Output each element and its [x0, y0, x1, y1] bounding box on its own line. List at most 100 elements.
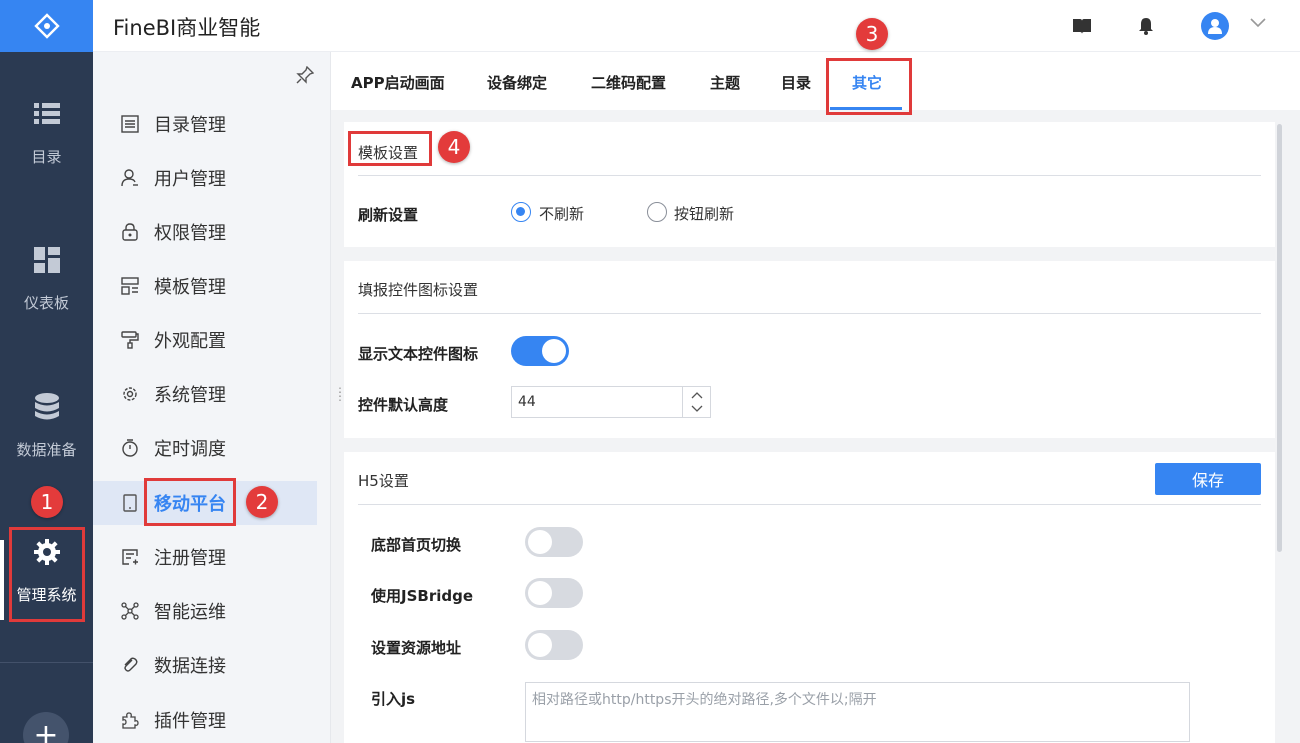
radio-label: 不刷新 — [539, 205, 585, 223]
tab-bar: APP启动画面 设备绑定 二维码配置 主题 目录 其它 — [331, 52, 1300, 110]
include-js-textarea[interactable]: 相对路径或http/https开头的绝对路径,多个文件以;隔开 — [525, 682, 1190, 742]
sidebar-item-label: 插件管理 — [154, 711, 226, 732]
paint-roller-icon — [120, 330, 140, 350]
user-avatar-icon — [1208, 19, 1222, 34]
save-button[interactable]: 保存 — [1155, 463, 1261, 495]
add-button[interactable]: + — [23, 712, 69, 743]
sidebar-item-schedule[interactable]: 定时调度 — [93, 426, 317, 470]
tab-device-binding[interactable]: 设备绑定 — [487, 72, 547, 93]
top-header: FineBI商业智能 — [93, 0, 1300, 52]
book-icon[interactable] — [1072, 16, 1092, 36]
catalog-icon — [120, 114, 140, 134]
step-badge-4: 4 — [438, 131, 470, 163]
sidebar-item-system[interactable]: 系统管理 — [93, 372, 317, 416]
tablet-icon — [120, 493, 140, 513]
app-logo[interactable] — [0, 0, 93, 52]
scrollbar[interactable] — [1277, 124, 1282, 552]
network-icon — [120, 601, 140, 621]
resource-address-label: 设置资源地址 — [371, 639, 462, 657]
chevron-down-icon[interactable] — [1250, 16, 1266, 32]
h5-settings-panel: H5设置 保存 底部首页切换 使用JSBridge 设置资源地址 引入js 相对… — [344, 452, 1275, 743]
sidebar-item-label: 系统管理 — [154, 385, 226, 406]
brand-title: FineBI商业智能 — [113, 16, 261, 40]
panel-title: 填报控件图标设置 — [358, 281, 479, 299]
settings-icon — [120, 384, 140, 404]
timer-icon — [120, 438, 140, 458]
logo-icon — [33, 13, 60, 39]
pin-icon[interactable] — [296, 65, 315, 88]
highlight-box-mobile — [144, 478, 236, 526]
bottom-switch-toggle[interactable] — [525, 527, 583, 557]
divider — [358, 175, 1261, 176]
jsbridge-toggle[interactable] — [525, 578, 583, 608]
dashboard-icon — [33, 246, 61, 274]
show-icon-label: 显示文本控件图标 — [358, 345, 479, 363]
bell-icon[interactable] — [1136, 16, 1156, 36]
rail-item-data-prep[interactable]: 数据准备 — [0, 393, 93, 460]
sidebar-item-label: 用户管理 — [154, 169, 226, 190]
sidebar-item-label: 智能运维 — [154, 602, 226, 623]
sidebar-item-label: 权限管理 — [154, 223, 226, 244]
default-height-label: 控件默认高度 — [358, 396, 449, 414]
lock-icon — [120, 222, 140, 242]
rail-item-dashboard[interactable]: 仪表板 — [0, 246, 93, 313]
avatar[interactable] — [1201, 12, 1229, 40]
divider — [358, 504, 1261, 505]
divider — [0, 662, 93, 663]
step-badge-1: 1 — [31, 486, 63, 518]
highlight-box-admin — [9, 527, 85, 622]
sidebar-item-connections[interactable]: 数据连接 — [93, 643, 317, 687]
divider — [358, 313, 1261, 314]
plugin-icon — [120, 710, 140, 730]
sidebar-item-plugins[interactable]: 插件管理 — [93, 698, 317, 742]
default-height-stepper[interactable]: 44 — [511, 386, 711, 418]
stepper-arrows-icon — [691, 392, 703, 412]
rail-label: 仪表板 — [23, 294, 69, 312]
database-icon — [33, 393, 61, 421]
admin-sidebar: 目录管理 用户管理 权限管理 模板管理 外观配置 系统管理 定时调度 移动平台 … — [93, 52, 331, 743]
rail-label: 目录 — [31, 148, 62, 166]
list-icon — [33, 100, 61, 128]
step-badge-3: 3 — [856, 18, 888, 50]
tab-qrcode[interactable]: 二维码配置 — [591, 72, 666, 93]
sidebar-item-label: 定时调度 — [154, 439, 226, 460]
sidebar-item-label: 数据连接 — [154, 656, 226, 677]
height-value: 44 — [518, 394, 536, 410]
radio-label: 按钮刷新 — [674, 205, 735, 223]
sidebar-item-templates[interactable]: 模板管理 — [93, 264, 317, 308]
refresh-setting-label: 刷新设置 — [358, 206, 419, 224]
rail-item-catalog[interactable]: 目录 — [0, 100, 93, 167]
sidebar-item-catalog[interactable]: 目录管理 — [93, 102, 317, 146]
resize-handle[interactable]: ⋮ ⋮ — [334, 386, 346, 402]
tab-theme[interactable]: 主题 — [710, 72, 740, 93]
sidebar-item-users[interactable]: 用户管理 — [93, 156, 317, 200]
main-content: APP启动画面 设备绑定 二维码配置 主题 目录 其它 模板设置 刷新设置 不刷… — [331, 52, 1300, 743]
resource-address-toggle[interactable] — [525, 630, 583, 660]
left-rail: 目录 仪表板 数据准备 管理系统 + — [0, 0, 93, 743]
jsbridge-label: 使用JSBridge — [371, 587, 474, 605]
step-badge-2: 2 — [246, 486, 278, 518]
sidebar-item-label: 模板管理 — [154, 277, 226, 298]
sidebar-item-permissions[interactable]: 权限管理 — [93, 210, 317, 254]
stepper-buttons[interactable] — [682, 387, 710, 417]
sidebar-item-label: 外观配置 — [154, 331, 226, 352]
include-js-label: 引入js — [371, 690, 416, 708]
radio-button-refresh[interactable] — [647, 202, 667, 222]
sidebar-item-ops[interactable]: 智能运维 — [93, 589, 317, 633]
show-icon-toggle[interactable] — [511, 336, 569, 366]
rail-label: 数据准备 — [16, 441, 77, 459]
template-settings-panel: 模板设置 刷新设置 不刷新 按钮刷新 — [344, 122, 1275, 247]
sidebar-item-label: 注册管理 — [154, 548, 226, 569]
register-icon — [120, 547, 140, 567]
tab-catalog[interactable]: 目录 — [781, 72, 811, 93]
plus-icon: + — [33, 717, 59, 743]
radio-no-refresh[interactable] — [511, 202, 531, 222]
bottom-switch-label: 底部首页切换 — [371, 536, 462, 554]
panel-title: H5设置 — [358, 472, 409, 490]
tab-app-splash[interactable]: APP启动画面 — [351, 72, 445, 93]
template-icon — [120, 276, 140, 296]
sidebar-item-label: 目录管理 — [154, 115, 226, 136]
highlight-box-template — [348, 131, 432, 166]
sidebar-item-appearance[interactable]: 外观配置 — [93, 318, 317, 362]
sidebar-item-register[interactable]: 注册管理 — [93, 535, 317, 579]
